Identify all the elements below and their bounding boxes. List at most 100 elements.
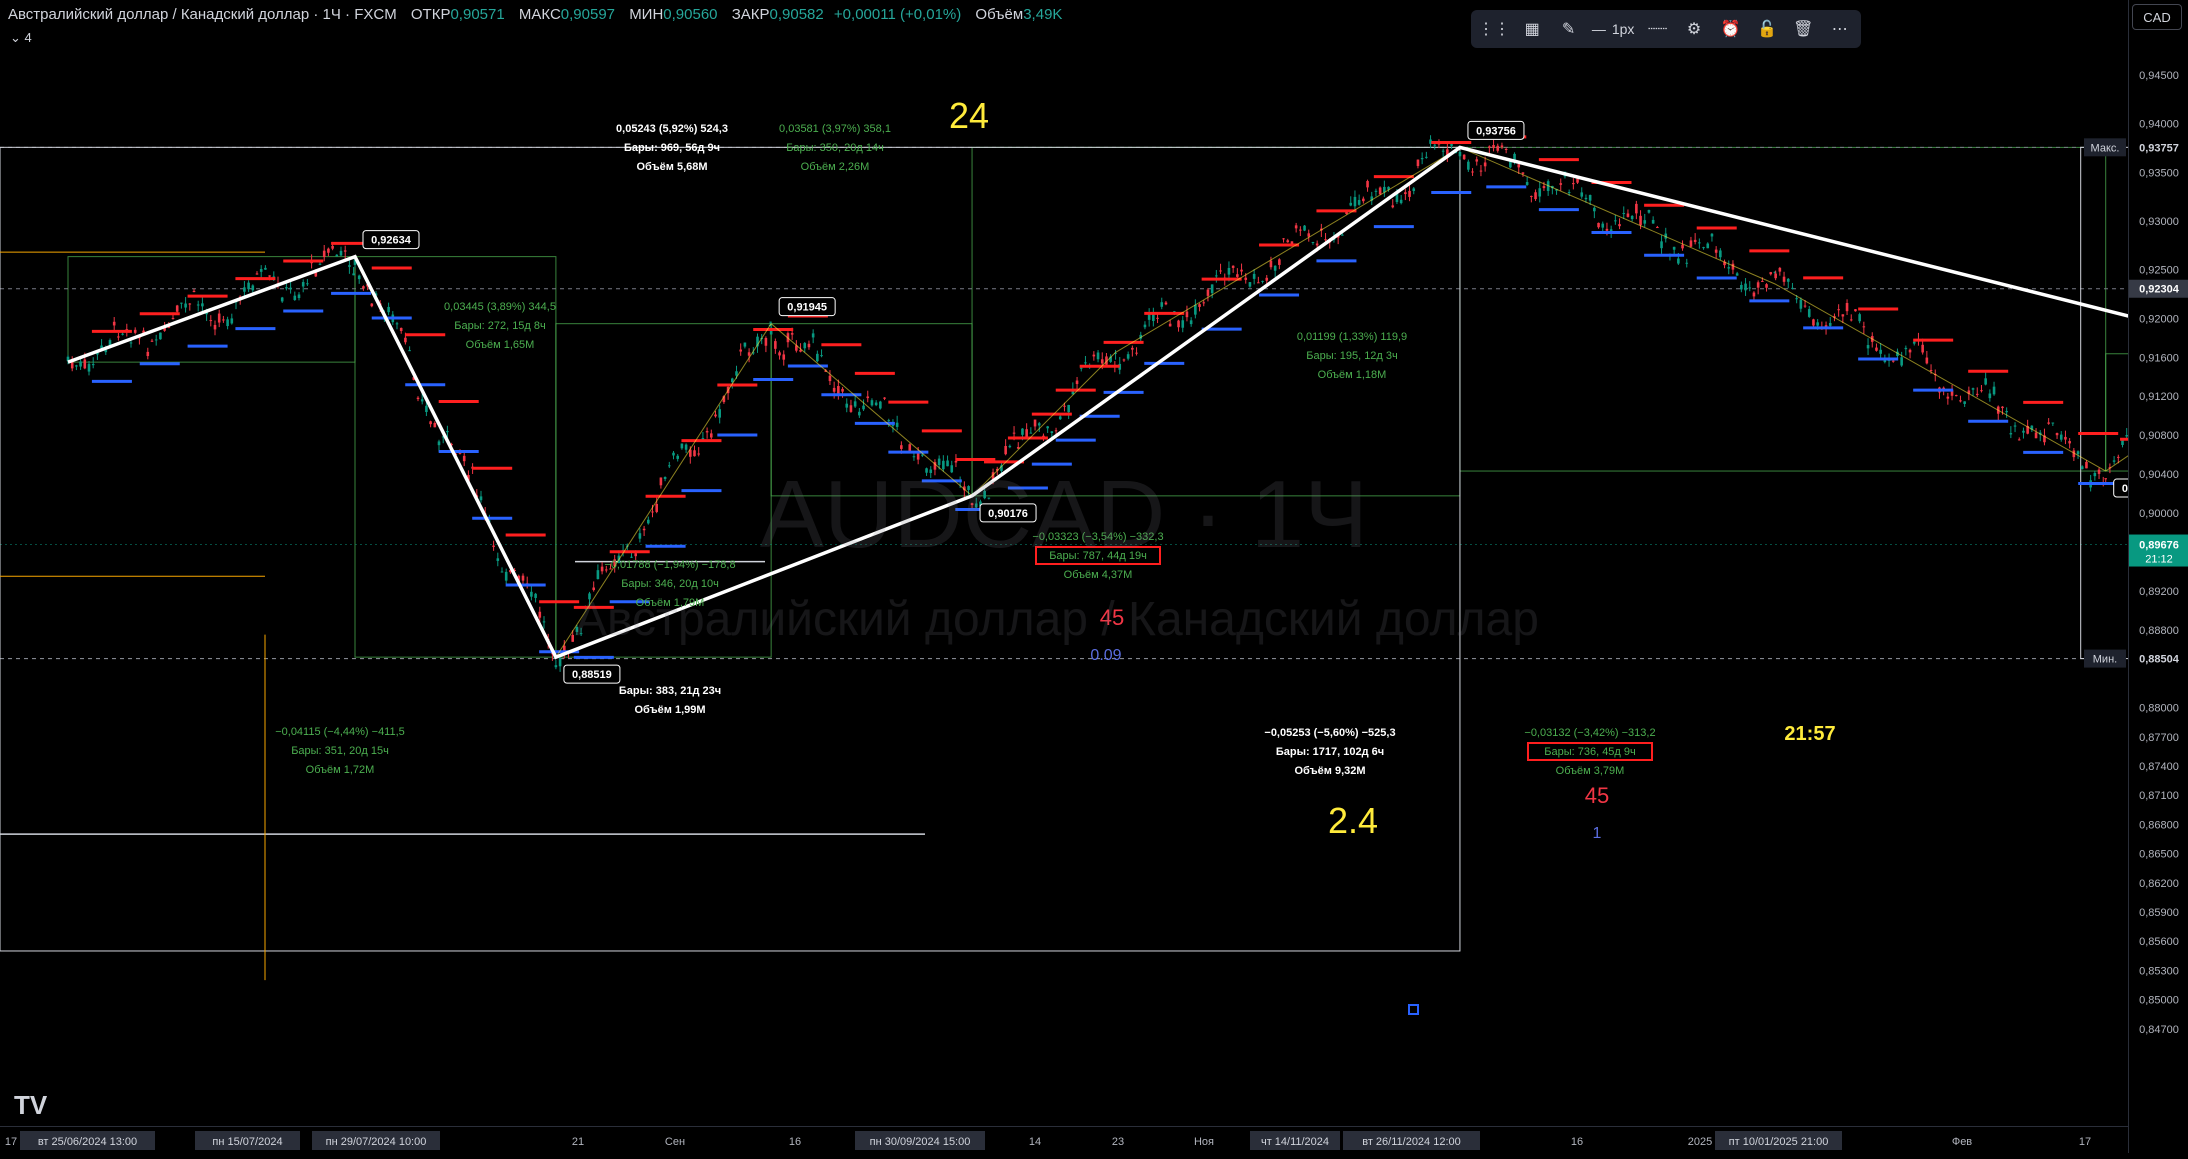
alert-icon[interactable]: ⏰ xyxy=(1717,15,1743,43)
candle-body xyxy=(1210,284,1214,294)
candle-body xyxy=(1954,395,1958,397)
candle-body xyxy=(395,323,399,325)
candle-body xyxy=(1799,299,1803,309)
candle-body xyxy=(866,396,870,399)
candle-body xyxy=(638,533,642,539)
candle-body xyxy=(399,327,403,331)
lock-icon[interactable]: 🔓 xyxy=(1754,15,1780,43)
candle-body xyxy=(293,295,297,300)
settings-icon[interactable]: ⚙ xyxy=(1681,15,1707,43)
candle-body xyxy=(370,303,374,307)
candle-body xyxy=(1719,250,1722,258)
volume-label: Объём xyxy=(975,6,1024,23)
candle-body xyxy=(891,424,895,426)
candle-body xyxy=(807,343,811,348)
candle-body xyxy=(684,444,688,450)
candle-body xyxy=(496,558,500,561)
candle-body xyxy=(348,265,351,267)
candle-body xyxy=(1693,239,1697,242)
candle-body xyxy=(1538,188,1542,197)
candle-body xyxy=(841,388,844,392)
chart-area[interactable]: 0,926340,919450,937560,901760,885190,904… xyxy=(0,0,2128,1126)
measure-volume: Объём 2,26M xyxy=(801,161,870,173)
candle-body xyxy=(425,405,428,413)
pencil-icon[interactable]: ✎ xyxy=(1555,15,1581,43)
candle-body xyxy=(327,248,330,253)
candle-body xyxy=(592,587,595,591)
candle-body xyxy=(83,359,87,369)
candle-body xyxy=(630,556,633,558)
price-tick: 0,87700 xyxy=(2139,732,2179,744)
time-highlight: пт 10/01/2025 21:00 xyxy=(1715,1131,1842,1150)
candle-body xyxy=(1122,359,1126,361)
collapsed-indicators[interactable]: ⌄ 4 xyxy=(10,30,32,46)
candle-body xyxy=(1588,195,1592,201)
candle-body xyxy=(900,445,903,449)
measure-bars: Бары: 736, 45д 9ч xyxy=(1544,746,1636,758)
candle-body xyxy=(1399,199,1403,204)
candle-body xyxy=(1845,302,1849,312)
time-axis[interactable]: 1721Сен161423Ноя16202522Фев17вт 25/06/20… xyxy=(0,1126,2128,1154)
symbol-title[interactable]: Австралийский доллар / Канадский доллар … xyxy=(8,6,397,23)
candle-body xyxy=(91,364,95,366)
currency-button[interactable]: CAD xyxy=(2132,4,2182,30)
candle-body xyxy=(778,352,781,356)
more-icon[interactable]: ⋯ xyxy=(1827,15,1853,43)
candle-body xyxy=(79,361,82,367)
last-price-tag: 0,89676 21:12 xyxy=(2129,534,2188,567)
line-width-select[interactable]: — 1px xyxy=(1592,21,1635,37)
time-tick: 23 xyxy=(1112,1136,1124,1148)
candle-body xyxy=(1542,186,1546,189)
candle-body xyxy=(1530,195,1533,197)
candle-body xyxy=(264,267,267,270)
time-tick: 21 xyxy=(572,1136,584,1148)
candle-body xyxy=(718,409,721,418)
change-value: +0,00011 (+0,01%) xyxy=(833,6,962,23)
candle-body xyxy=(1572,183,1575,185)
candle-body xyxy=(1614,220,1617,222)
candle-body xyxy=(1324,239,1327,241)
candle-body xyxy=(1366,181,1369,188)
label-blue-1: 0.09 xyxy=(1090,647,1121,664)
drag-handle-icon[interactable]: ⋮⋮ xyxy=(1478,15,1510,43)
candle-body xyxy=(803,343,807,349)
min-tag-tag: Мин. xyxy=(2084,649,2126,668)
candle-body xyxy=(1084,362,1087,364)
candle-body xyxy=(1812,319,1815,326)
pivot-label: 0,90431 xyxy=(2113,478,2128,498)
min-tag: 0,88504 xyxy=(2129,649,2188,668)
candle-body xyxy=(668,465,671,467)
template-icon[interactable]: ▦ xyxy=(1519,15,1545,43)
measure-volume: Объём 3,79M xyxy=(1556,765,1625,777)
candle-body xyxy=(280,297,284,302)
measure-label: −0,03132 (−3,42%) −313,2 Бары: 736, 45д 9… xyxy=(1524,727,1655,777)
candle-body xyxy=(2085,461,2088,469)
candle-body xyxy=(1908,349,1912,353)
candle-body xyxy=(647,519,650,524)
candle-body xyxy=(1921,344,1924,353)
candle-body xyxy=(1891,360,1895,362)
candle-body xyxy=(1765,284,1768,288)
candle-body xyxy=(1037,423,1041,426)
candle-body xyxy=(828,375,832,382)
time-highlight: пн 15/07/2024 xyxy=(195,1131,300,1150)
close-value: 0,90582 xyxy=(769,6,824,23)
line-style-icon[interactable]: ┈┈ xyxy=(1644,15,1670,43)
candle-body xyxy=(735,371,738,376)
candle-body xyxy=(1219,270,1222,272)
trash-icon[interactable]: 🗑 xyxy=(1790,15,1816,43)
candle-body xyxy=(1100,359,1104,364)
price-tick: 0,90400 xyxy=(2139,469,2179,481)
price-axis[interactable]: 0,94500 0,94000 0,93500 0,93000 0,92500 0,920… xyxy=(2128,0,2188,1153)
candle-body xyxy=(1866,345,1870,349)
close-label: ЗАКР xyxy=(731,6,770,23)
time-tick: Сен xyxy=(665,1136,685,1148)
time-highlight-label: вт 25/06/2024 13:00 xyxy=(38,1136,137,1148)
candle-body xyxy=(2005,411,2008,413)
crosshair-tag-value: 0,92304 xyxy=(2139,284,2180,296)
candle-body xyxy=(879,401,882,409)
chevron-down-icon[interactable]: ⌄ xyxy=(10,30,21,45)
tradingview-logo-icon[interactable]: TV xyxy=(14,1090,47,1121)
candle-body xyxy=(1828,322,1832,326)
candle-body xyxy=(1420,158,1424,160)
